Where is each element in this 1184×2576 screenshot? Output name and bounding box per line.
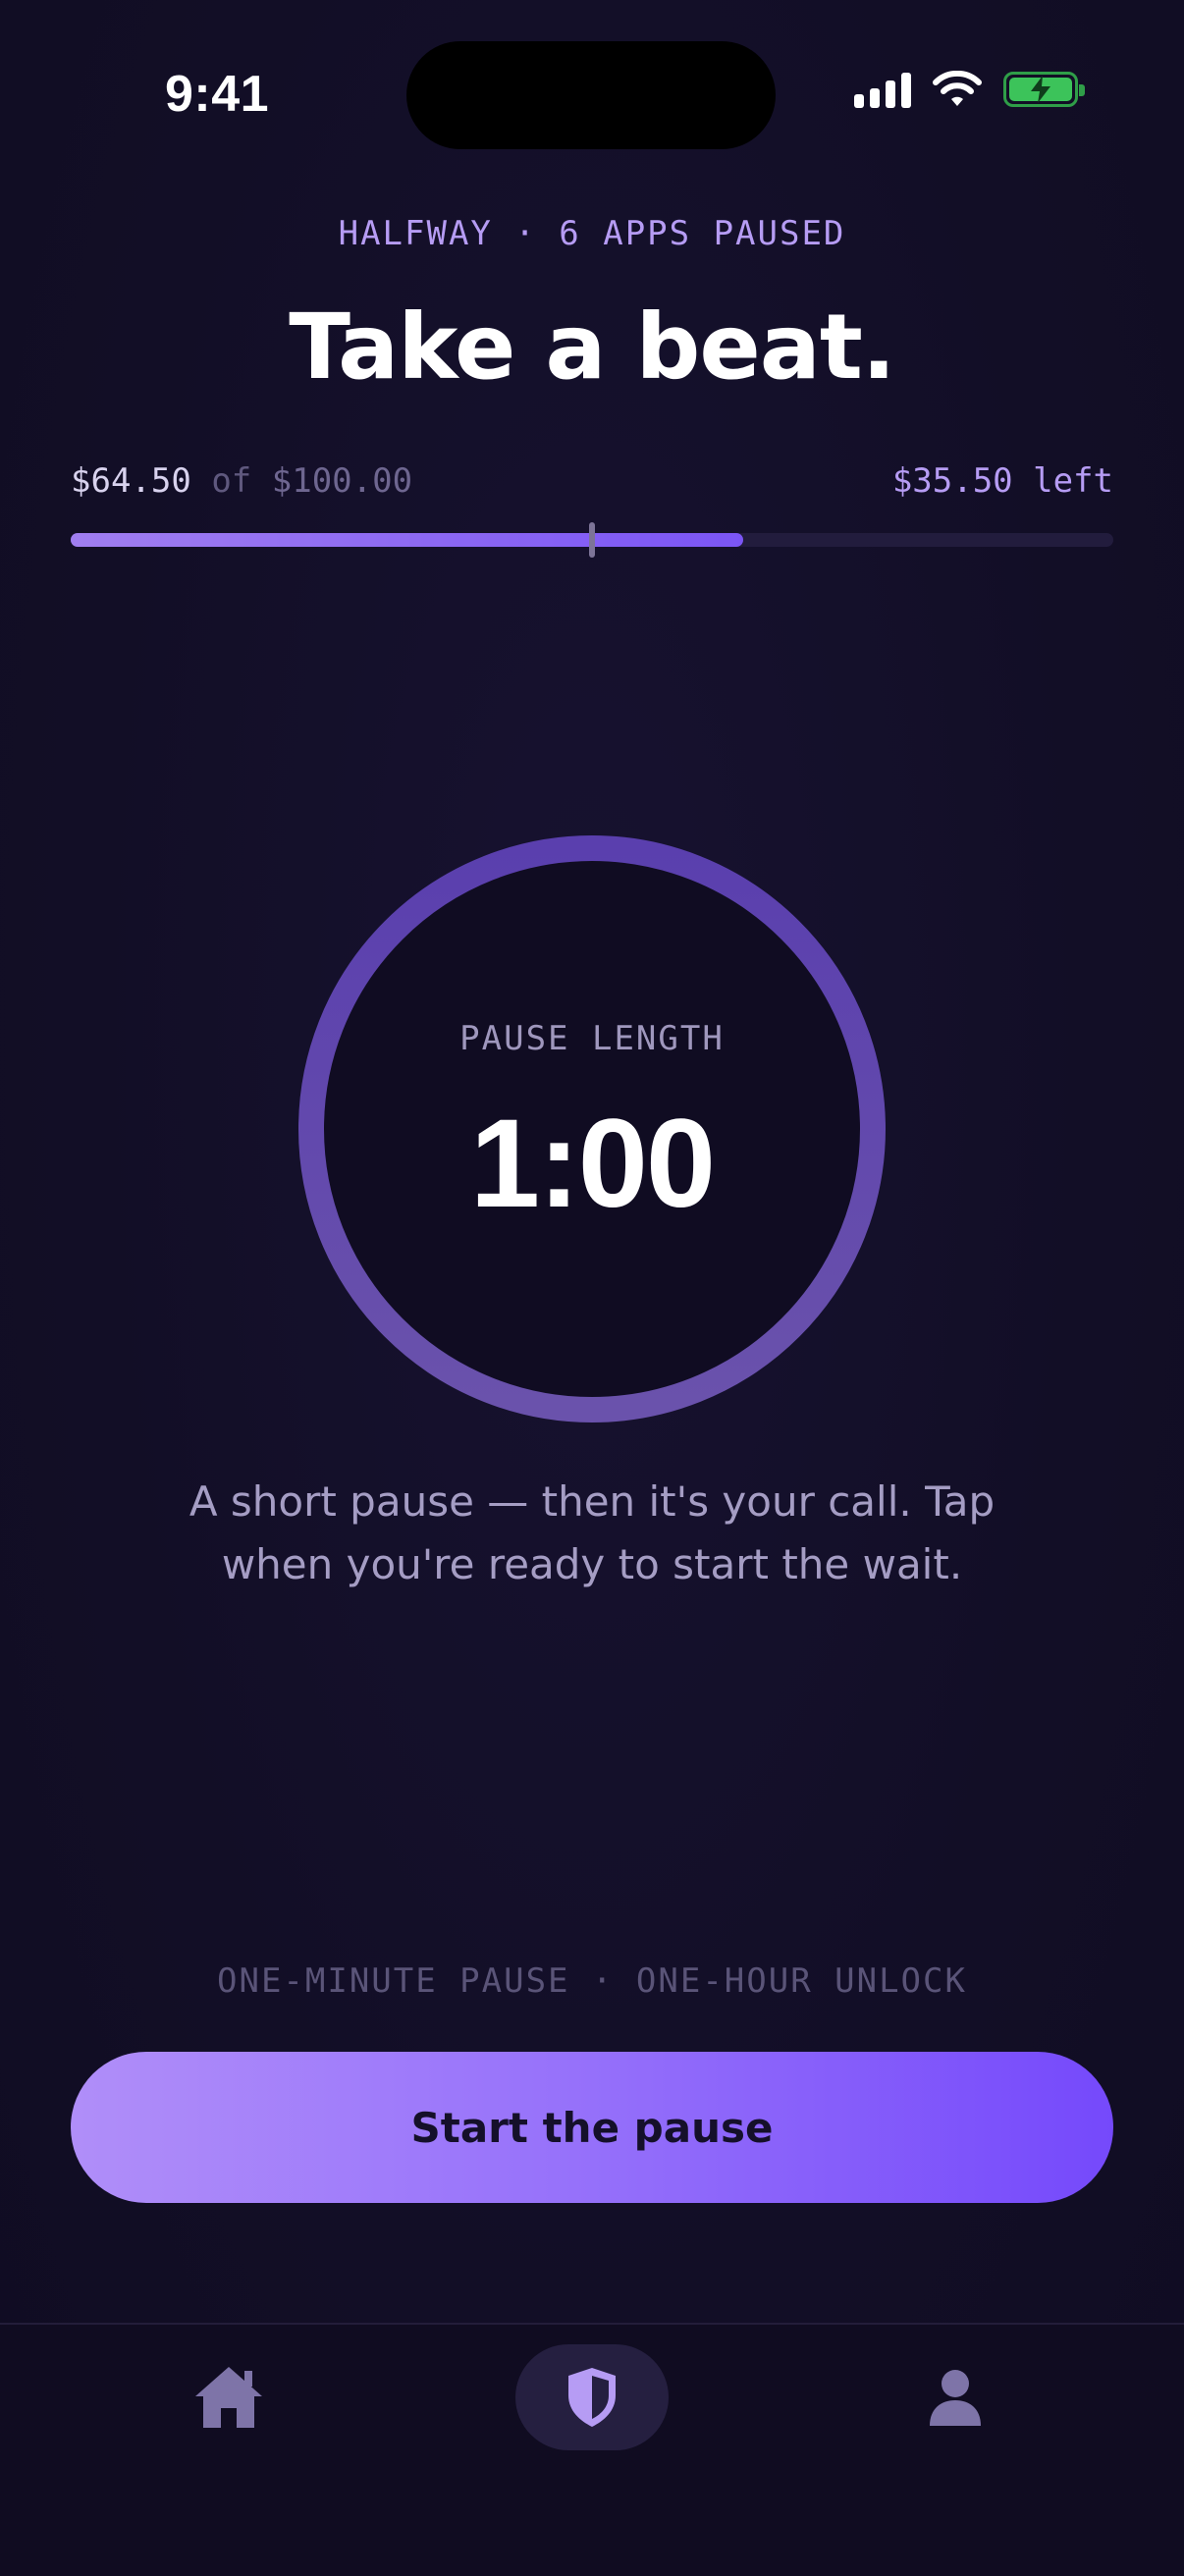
pause-description: A short pause — then it's your call. Tap… bbox=[188, 1477, 996, 1588]
battery-charging-icon bbox=[1003, 72, 1085, 107]
cellular-signal-icon bbox=[854, 71, 911, 108]
screen: 9:41 HALFWAY · 6 APPS PAUSED Take a beat… bbox=[0, 0, 1184, 2576]
profile-icon bbox=[930, 2370, 981, 2426]
halfway-marker bbox=[589, 522, 595, 558]
budget-remaining: $35.50 left bbox=[891, 461, 1113, 501]
budget-progress-bar bbox=[71, 533, 743, 547]
timer-label: PAUSE LENGTH bbox=[459, 1019, 725, 1058]
dynamic-island bbox=[406, 41, 776, 149]
pause-timer: PAUSE LENGTH 1:00 bbox=[297, 834, 887, 1423]
home-icon bbox=[195, 2367, 262, 2428]
shield-icon bbox=[568, 2368, 616, 2427]
pause-rule: ONE-MINUTE PAUSE · ONE-HOUR UNLOCK bbox=[217, 1961, 967, 2001]
start-pause-button[interactable]: Start the pause bbox=[71, 2052, 1113, 2203]
budget-progress-track bbox=[71, 522, 1113, 558]
timer-value: 1:00 bbox=[469, 1094, 716, 1234]
status-kicker: HALFWAY · 6 APPS PAUSED bbox=[338, 214, 846, 253]
budget-total: $100.00 bbox=[271, 461, 413, 501]
tab-home[interactable] bbox=[152, 2344, 305, 2450]
budget-of-label: of bbox=[211, 461, 252, 501]
status-icons bbox=[854, 71, 1085, 108]
status-time: 9:41 bbox=[165, 66, 270, 123]
page-title: Take a beat. bbox=[289, 295, 896, 400]
budget-summary: $64.50 of $100.00 $35.50 left bbox=[71, 461, 1113, 510]
tab-profile[interactable] bbox=[879, 2344, 1032, 2450]
start-pause-label: Start the pause bbox=[410, 2103, 774, 2152]
budget-spent: $64.50 bbox=[71, 461, 191, 501]
wifi-icon bbox=[933, 71, 982, 106]
tab-shield[interactable] bbox=[515, 2344, 669, 2450]
